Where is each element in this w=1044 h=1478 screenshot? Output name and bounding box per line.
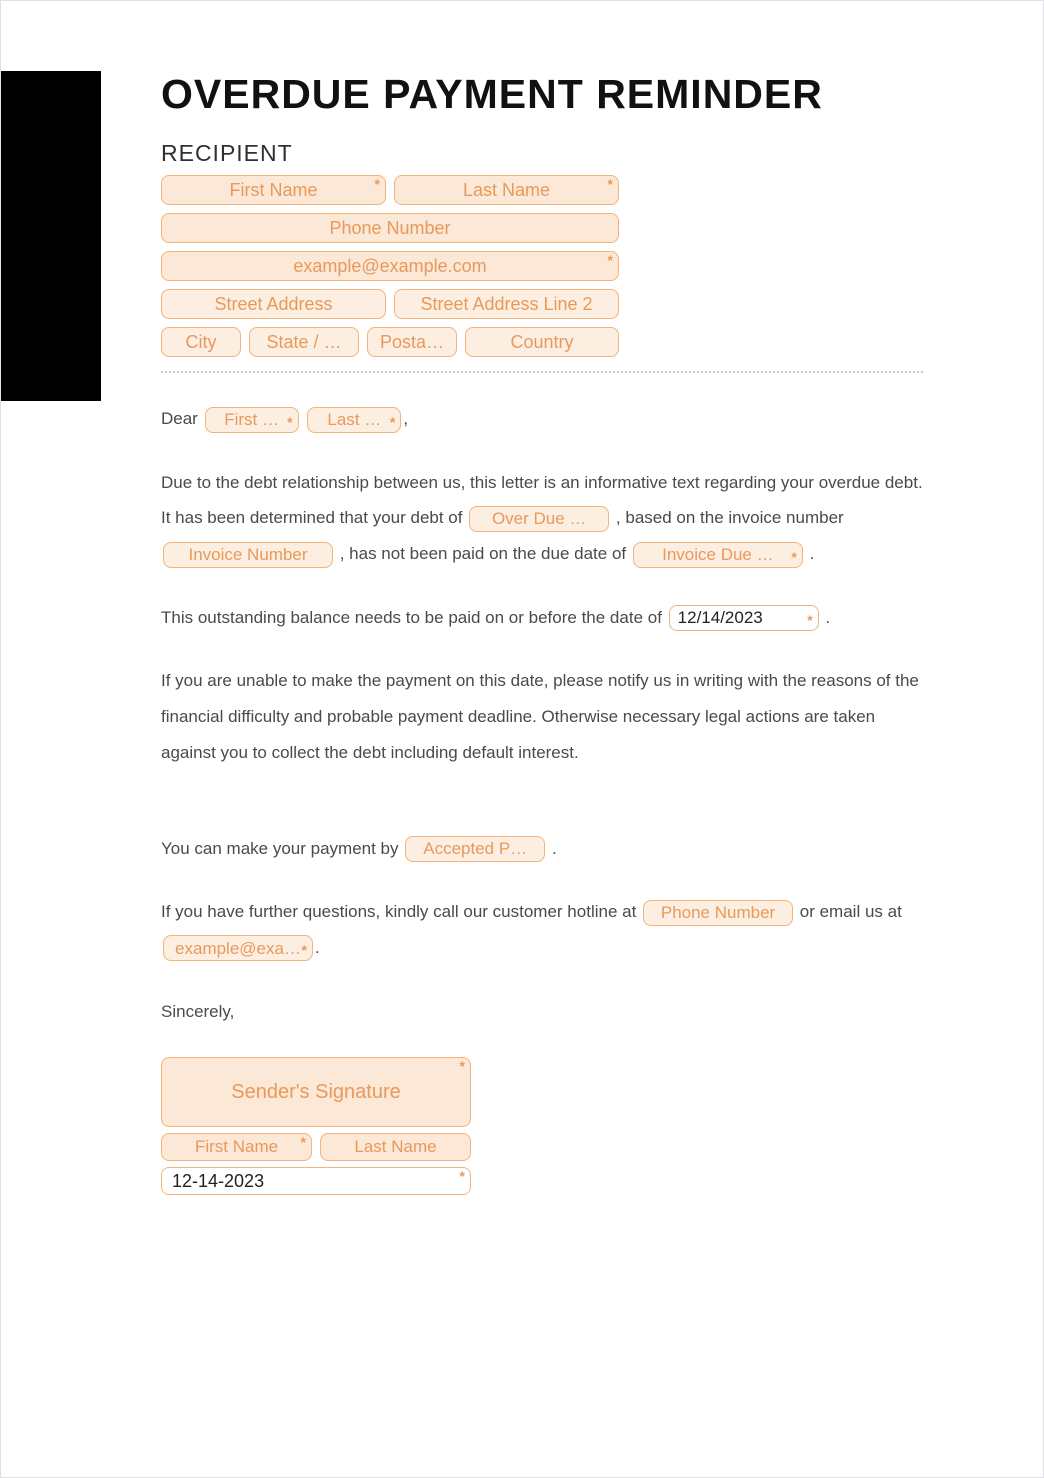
- signature-date-input[interactable]: 12-14-2023: [161, 1167, 471, 1195]
- divider: [161, 371, 923, 373]
- salutation-last-input[interactable]: Last …: [307, 407, 401, 433]
- hotline-phone-input[interactable]: Phone Number: [643, 900, 793, 926]
- salutation-line: Dear First … Last …,: [161, 401, 923, 437]
- sender-last-name-input[interactable]: Last Name: [320, 1133, 471, 1161]
- salutation-dear: Dear: [161, 409, 198, 428]
- p2-text1: This outstanding balance needs to be pai…: [161, 608, 667, 627]
- p1-text2: , based on the invoice number: [611, 508, 843, 527]
- paragraph-5: If you have further questions, kindly ca…: [161, 894, 923, 965]
- p5-text3: .: [315, 938, 320, 957]
- p1-text4: .: [805, 544, 814, 563]
- payment-method-input[interactable]: Accepted P…: [405, 836, 545, 862]
- recipient-postal-input[interactable]: Posta…: [367, 327, 457, 357]
- contact-email-input[interactable]: example@exa…: [163, 935, 313, 961]
- recipient-street1-input[interactable]: Street Address: [161, 289, 386, 319]
- signature-block: Sender's Signature First Name Last Name …: [161, 1057, 471, 1195]
- invoice-due-date-input[interactable]: Invoice Due …: [633, 542, 803, 568]
- sender-first-name-input[interactable]: First Name: [161, 1133, 312, 1161]
- paragraph-2: This outstanding balance needs to be pai…: [161, 600, 923, 636]
- recipient-fields: First Name Last Name Phone Number exampl…: [161, 175, 619, 357]
- recipient-first-name-input[interactable]: First Name: [161, 175, 386, 205]
- overdue-amount-input[interactable]: Over Due …: [469, 506, 609, 532]
- p5-text2: or email us at: [795, 902, 902, 921]
- recipient-last-name-input[interactable]: Last Name: [394, 175, 619, 205]
- recipient-phone-input[interactable]: Phone Number: [161, 213, 619, 243]
- p5-text1: If you have further questions, kindly ca…: [161, 902, 641, 921]
- recipient-street2-input[interactable]: Street Address Line 2: [394, 289, 619, 319]
- payment-deadline-input[interactable]: 12/14/2023: [669, 605, 819, 631]
- recipient-email-input[interactable]: example@example.com: [161, 251, 619, 281]
- recipient-country-input[interactable]: Country: [465, 327, 619, 357]
- salutation-comma: ,: [403, 409, 408, 428]
- p1-text3: , has not been paid on the due date of: [335, 544, 631, 563]
- document-page: OVERDUE PAYMENT REMINDER RECIPIENT First…: [0, 0, 1044, 1478]
- sender-signature-input[interactable]: Sender's Signature: [161, 1057, 471, 1127]
- page-title: OVERDUE PAYMENT REMINDER: [161, 71, 923, 118]
- paragraph-1: Due to the debt relationship between us,…: [161, 465, 923, 572]
- p4-text1: You can make your payment by: [161, 839, 403, 858]
- recipient-city-input[interactable]: City: [161, 327, 241, 357]
- paragraph-3: If you are unable to make the payment on…: [161, 663, 923, 770]
- invoice-number-input[interactable]: Invoice Number: [163, 542, 333, 568]
- salutation-first-input[interactable]: First …: [205, 407, 299, 433]
- p2-text2: .: [821, 608, 830, 627]
- decorative-sidebar: [1, 71, 101, 401]
- recipient-state-input[interactable]: State / …: [249, 327, 359, 357]
- p4-text2: .: [547, 839, 556, 858]
- recipient-heading: RECIPIENT: [161, 140, 923, 167]
- paragraph-4: You can make your payment by Accepted P……: [161, 831, 923, 867]
- content-area: OVERDUE PAYMENT REMINDER RECIPIENT First…: [161, 71, 923, 1195]
- closing: Sincerely,: [161, 994, 923, 1030]
